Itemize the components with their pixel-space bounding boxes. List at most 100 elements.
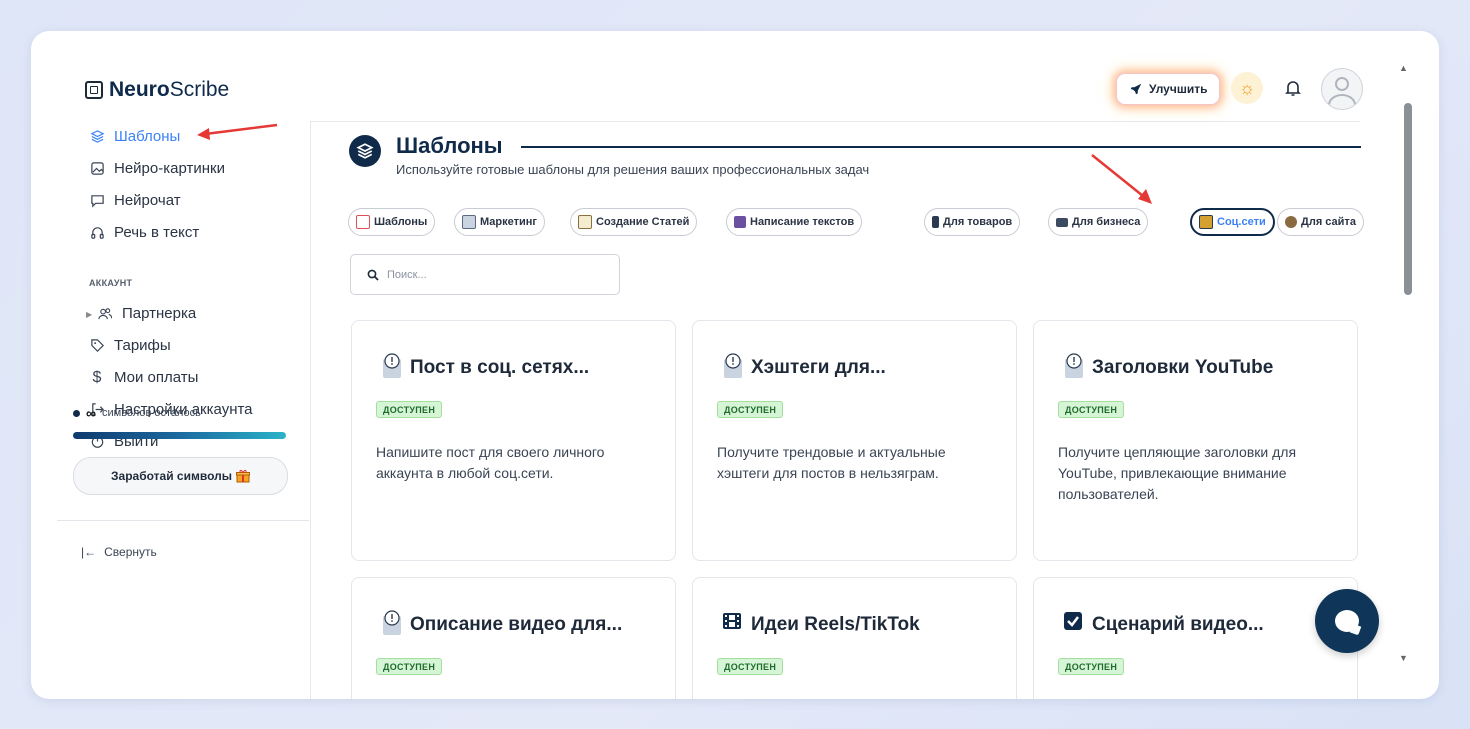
header-divider: [310, 121, 1360, 122]
chip-label: Для бизнеса: [1072, 216, 1141, 228]
status-badge: ДОСТУПЕН: [1058, 658, 1125, 675]
sidebar-item-label: Партнерка: [122, 305, 197, 322]
chip-templates[interactable]: Шаблоны: [348, 208, 436, 236]
bell-icon: [1285, 81, 1301, 96]
chars-remaining: ∞ символов осталось: [73, 405, 201, 421]
mask-icon: [1285, 216, 1297, 228]
sun-icon: ☼: [1238, 77, 1256, 98]
template-card[interactable]: Описание видео для... ДОСТУПЕН: [351, 577, 676, 699]
sidebar-item-templates[interactable]: Шаблоны: [89, 128, 180, 145]
users-icon: [97, 306, 113, 322]
app-window: Neuro Scribe Улучшить ☼ ▲ ▼ Шаблоны Нейро…: [31, 31, 1439, 699]
card-title: Сценарий видео...: [1062, 610, 1264, 636]
chip-copywriting[interactable]: Написание текстов: [726, 208, 863, 236]
logo[interactable]: Neuro Scribe: [85, 78, 229, 102]
layers-icon: [349, 135, 381, 167]
chip-label: Маркетинг: [480, 216, 537, 228]
chip-label: Написание текстов: [750, 216, 855, 228]
template-card[interactable]: Заголовки YouTube ДОСТУПЕН Получите цепл…: [1033, 320, 1358, 561]
page-subtitle: Используйте готовые шаблоны для решения …: [396, 162, 870, 177]
card-description: Получите трендовые и актуальные хэштеги …: [717, 444, 946, 481]
category-chips: Шаблоны Маркетинг Создание Статей Написа…: [348, 208, 1368, 238]
card-description: Получите цепляющие заголовки для YouTube…: [1058, 444, 1297, 502]
card-title-text: Идеи Reels/TikTok: [751, 614, 920, 635]
clipboard-alert-icon: [380, 610, 404, 636]
chip-marketing[interactable]: Маркетинг: [454, 208, 545, 236]
status-badge: ДОСТУПЕН: [1058, 401, 1125, 418]
card-title-text: Описание видео для...: [410, 614, 623, 635]
sidebar-item-label: Тарифы: [114, 337, 171, 354]
memo-icon: [578, 215, 592, 229]
notifications-button[interactable]: [1281, 76, 1305, 100]
chip-business[interactable]: Для бизнеса: [1048, 208, 1149, 236]
collapse-button[interactable]: |← Свернуть: [81, 545, 157, 559]
checkbox-icon: [1062, 610, 1086, 636]
chip-articles[interactable]: Создание Статей: [570, 208, 698, 236]
template-card[interactable]: Пост в соц. сетях... ДОСТУПЕН Напишите п…: [351, 320, 676, 561]
scroll-down-arrow[interactable]: ▼: [1399, 653, 1408, 663]
sidebar-item-label: Нейрочат: [114, 192, 181, 209]
card-description: Напишите пост для своего личного аккаунт…: [376, 444, 605, 481]
search-input[interactable]: Поиск...: [350, 254, 620, 295]
collapse-arrow-icon: |←: [81, 545, 97, 559]
sidebar-item-speech-to-text[interactable]: Речь в текст: [89, 224, 199, 241]
chars-progress-bar: [73, 432, 286, 439]
account-section-label: АККАУНТ: [89, 278, 133, 288]
card-title-text: Сценарий видео...: [1092, 614, 1264, 635]
chip-label: Соц.сети: [1217, 216, 1266, 228]
chat-widget-button[interactable]: [1315, 589, 1379, 653]
calendar-icon: [462, 215, 476, 229]
checkbox-icon: [356, 215, 370, 229]
chars-infinity: ∞: [86, 405, 96, 421]
card-title: Пост в соц. сетях...: [380, 353, 589, 379]
sidebar-item-tariffs[interactable]: Тарифы: [89, 337, 171, 354]
card-title: Идеи Reels/TikTok: [721, 610, 920, 636]
status-badge: ДОСТУПЕН: [376, 658, 443, 675]
status-badge: ДОСТУПЕН: [376, 401, 443, 418]
annotation-arrow-icon: [1091, 154, 1152, 204]
upgrade-button[interactable]: Улучшить: [1116, 73, 1221, 105]
earn-chars-label: Заработай символы: [111, 469, 232, 483]
chip-products[interactable]: Для товаров: [924, 208, 1021, 236]
template-card[interactable]: Сценарий видео... ДОСТУПЕН: [1033, 577, 1358, 699]
status-badge: ДОСТУПЕН: [717, 401, 784, 418]
sidebar-item-label: Речь в текст: [114, 224, 200, 241]
sidebar-item-neurochat[interactable]: Нейрочат: [89, 192, 181, 209]
sidebar-item-label: Мои оплаты: [114, 369, 199, 386]
chat-icon: [89, 193, 105, 209]
user-avatar-icon[interactable]: [1321, 68, 1363, 110]
logo-regular: Scribe: [169, 78, 230, 101]
title-underline: [521, 146, 1361, 148]
tag-icon: [89, 338, 105, 354]
sidebar-item-label: Шаблоны: [114, 128, 181, 145]
laptop-icon: [1056, 217, 1068, 227]
phone-icon: [932, 216, 939, 228]
rocket-icon: [1130, 83, 1142, 95]
notebook-icon: [1199, 215, 1213, 229]
sidebar-item-payments[interactable]: $ Мои оплаты: [89, 368, 199, 387]
template-card[interactable]: Хэштеги для... ДОСТУПЕН Получите трендов…: [692, 320, 1017, 561]
layers-icon: [89, 129, 105, 145]
card-title: Заголовки YouTube: [1062, 353, 1273, 379]
scroll-up-arrow[interactable]: ▲: [1399, 63, 1408, 73]
template-card[interactable]: Идеи Reels/TikTok ДОСТУПЕН: [692, 577, 1017, 699]
caret-right-icon[interactable]: ▶: [86, 310, 92, 319]
chip-label: Для товаров: [943, 216, 1013, 228]
scrollbar-thumb[interactable]: [1404, 103, 1412, 295]
clipboard-alert-icon: [1062, 353, 1086, 379]
earn-chars-button[interactable]: Заработай символы: [73, 457, 288, 495]
card-title-text: Заголовки YouTube: [1092, 357, 1274, 378]
sidebar-item-neuro-images[interactable]: Нейро-картинки: [89, 160, 225, 177]
search-icon: [367, 269, 379, 281]
sidebar-item-partner[interactable]: Партнерка: [97, 305, 196, 322]
dollar-icon: $: [92, 368, 102, 386]
theme-toggle-button[interactable]: ☼: [1231, 72, 1263, 104]
scrollbar[interactable]: [1413, 31, 1439, 699]
chip-social[interactable]: Соц.сети: [1190, 208, 1275, 236]
chip-website[interactable]: Для сайта: [1277, 208, 1364, 236]
sidebar-item-label: Нейро-картинки: [114, 160, 225, 177]
chip-label: Создание Статей: [596, 216, 690, 228]
status-dot: [73, 409, 80, 417]
books-icon: [734, 216, 746, 228]
gift-icon: [235, 469, 250, 483]
